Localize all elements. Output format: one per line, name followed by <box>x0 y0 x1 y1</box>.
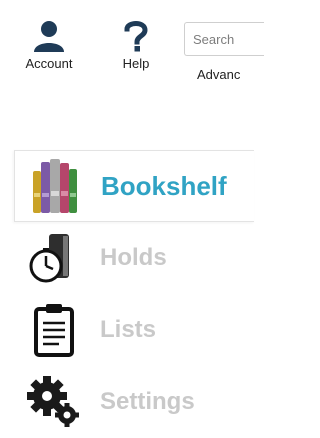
account-button[interactable]: Account <box>18 20 80 71</box>
nav-label-settings: Settings <box>100 388 195 415</box>
account-label: Account <box>25 56 73 71</box>
search-input[interactable] <box>185 23 264 55</box>
search-box <box>184 22 264 56</box>
clipboard-list-icon <box>26 302 82 358</box>
nav-item-bookshelf[interactable]: Bookshelf <box>14 150 254 222</box>
books-icon <box>27 158 83 214</box>
nav-item-lists[interactable]: Lists <box>14 294 254 366</box>
gears-icon <box>26 374 82 430</box>
nav-label-holds: Holds <box>100 244 167 271</box>
help-icon <box>124 21 148 52</box>
nav-label-bookshelf: Bookshelf <box>101 170 227 201</box>
account-icon <box>34 21 64 52</box>
help-button[interactable]: Help <box>114 20 158 71</box>
hold-clock-icon <box>26 230 82 286</box>
help-label: Help <box>122 56 150 71</box>
nav-label-lists: Lists <box>100 316 157 343</box>
side-nav: Bookshelf Holds Lists Settings <box>14 150 254 438</box>
advanced-search-link[interactable]: Advanc <box>197 67 240 82</box>
nav-item-settings[interactable]: Settings <box>14 366 254 438</box>
nav-item-holds[interactable]: Holds <box>14 222 254 294</box>
top-bar: Account Help Advanc <box>0 0 264 100</box>
